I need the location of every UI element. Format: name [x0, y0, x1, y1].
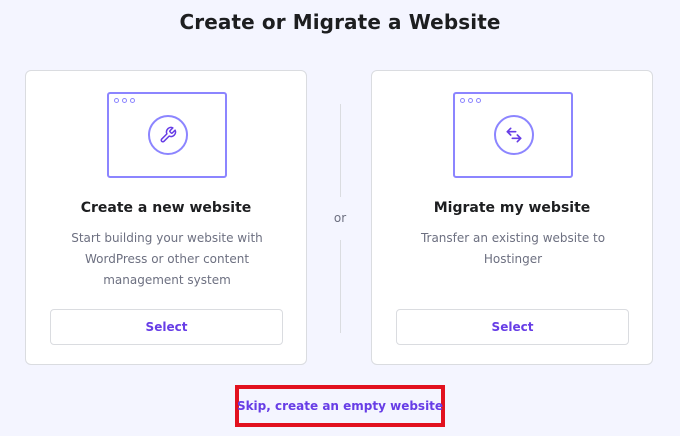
select-migrate-website-button[interactable]: Select	[396, 309, 629, 345]
skip-create-empty-website-link[interactable]: Skip, create an empty website	[237, 389, 443, 423]
or-divider-label: or	[333, 211, 347, 225]
card-title: Migrate my website	[433, 200, 591, 216]
window-dot-icon	[114, 98, 119, 103]
window-dot-icon	[460, 98, 465, 103]
divider-line-bottom	[340, 240, 341, 333]
browser-window-illustration	[107, 92, 227, 178]
create-website-card[interactable]: Create a new website Start building your…	[25, 70, 307, 365]
window-dot-icon	[122, 98, 127, 103]
window-dot-icon	[468, 98, 473, 103]
card-description: Transfer an existing website to Hostinge…	[420, 231, 606, 266]
divider-line-top	[340, 104, 341, 197]
migrate-website-card[interactable]: Migrate my website Transfer an existing …	[371, 70, 653, 365]
window-dot-icon	[476, 98, 481, 103]
select-create-website-button[interactable]: Select	[50, 309, 283, 345]
window-dot-icon	[130, 98, 135, 103]
window-dots	[114, 98, 135, 103]
card-title: Create a new website	[80, 200, 252, 216]
highlight-box: Skip, create an empty website	[235, 385, 445, 427]
browser-window-illustration	[453, 92, 573, 178]
card-description: Start building your website with WordPre…	[71, 231, 263, 287]
page-title: Create or Migrate a Website	[179, 10, 501, 34]
transfer-arrows-icon	[494, 115, 534, 155]
window-dots	[460, 98, 481, 103]
wrench-icon	[148, 115, 188, 155]
